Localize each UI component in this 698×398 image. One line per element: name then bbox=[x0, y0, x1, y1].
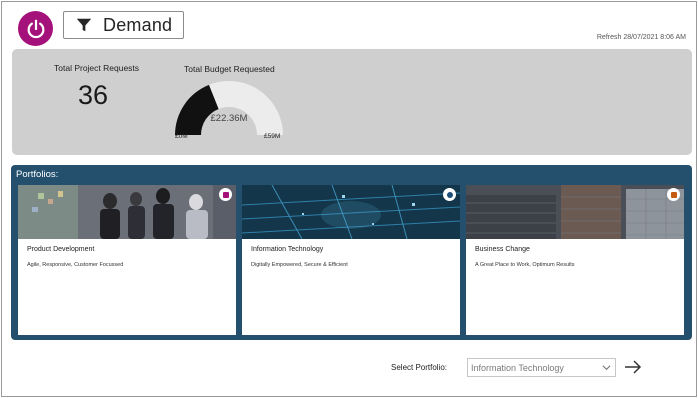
budget-value: £22.36M bbox=[210, 113, 248, 124]
portfolios-panel: Portfolios: Product Development Agile, R… bbox=[11, 165, 692, 340]
power-button[interactable] bbox=[18, 11, 53, 46]
card-image-tech bbox=[242, 185, 460, 239]
card-description: A Great Place to Work, Optimum Results bbox=[475, 262, 575, 268]
change-icon bbox=[667, 188, 680, 201]
app-frame: Demand Refresh 28/07/2021 8:06 AM Total … bbox=[1, 1, 697, 397]
demand-label: Demand bbox=[103, 14, 173, 35]
portfolios-title: Portfolios: bbox=[16, 169, 59, 180]
arrow-right-icon[interactable] bbox=[623, 357, 643, 377]
chevron-down-icon bbox=[602, 365, 611, 371]
refresh-timestamp: Refresh 28/07/2021 8:06 AM bbox=[596, 34, 686, 41]
power-icon bbox=[27, 19, 44, 38]
portfolio-card-business-change[interactable]: Business Change A Great Place to Work, O… bbox=[466, 185, 684, 335]
filter-icon bbox=[76, 18, 92, 32]
card-title: Business Change bbox=[475, 246, 530, 253]
card-image-people bbox=[18, 185, 236, 239]
gauge-min-label: £0M bbox=[175, 133, 188, 140]
portfolio-select[interactable]: Information Technology bbox=[467, 358, 616, 377]
gear-icon bbox=[443, 188, 456, 201]
card-title: Product Development bbox=[27, 246, 95, 253]
gauge-max-label: £59M bbox=[264, 133, 281, 140]
card-image-buildings bbox=[466, 185, 684, 239]
budget-label: Total Budget Requested bbox=[184, 64, 275, 74]
kpi-panel: Total Project Requests 36 Total Budget R… bbox=[12, 49, 692, 155]
portfolio-card-product-development[interactable]: Product Development Agile, Responsive, C… bbox=[18, 185, 236, 335]
card-title: Information Technology bbox=[251, 246, 324, 253]
total-requests-value: 36 bbox=[78, 80, 109, 110]
select-portfolio-label: Select Portfolio: bbox=[391, 363, 448, 372]
budget-gauge bbox=[175, 81, 283, 135]
product-icon bbox=[219, 188, 232, 201]
portfolio-select-value: Information Technology bbox=[471, 362, 564, 373]
total-requests-label: Total Project Requests bbox=[54, 63, 140, 73]
portfolio-card-information-technology[interactable]: Information Technology Digitally Empower… bbox=[242, 185, 460, 335]
demand-filter-button[interactable]: Demand bbox=[63, 11, 184, 39]
card-description: Digitally Empowered, Secure & Efficient bbox=[251, 262, 348, 268]
card-description: Agile, Responsive, Customer Focussed bbox=[27, 262, 124, 268]
